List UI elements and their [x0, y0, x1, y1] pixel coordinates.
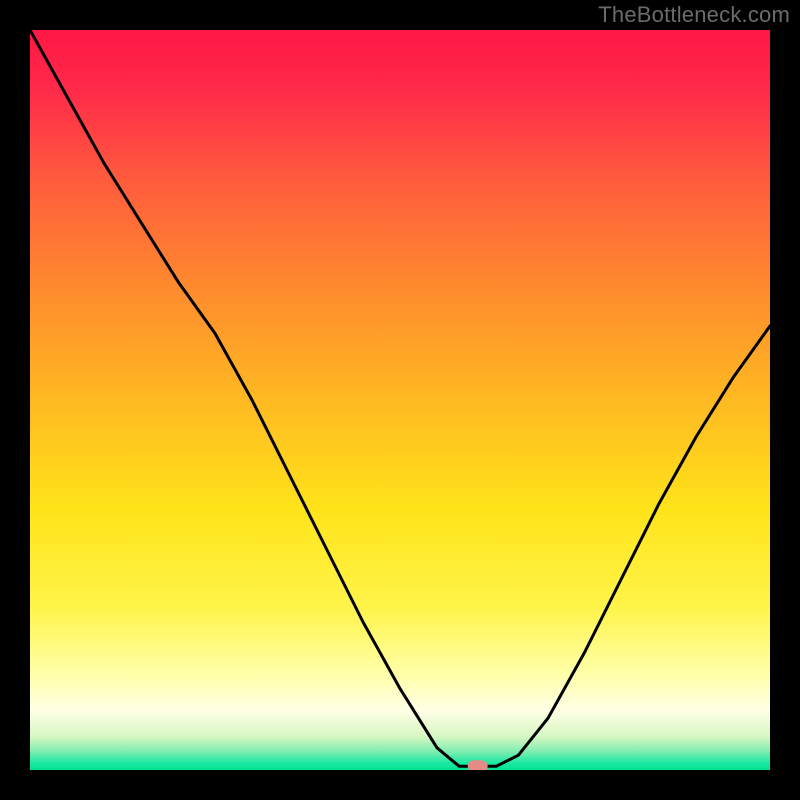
chart-svg: [30, 30, 770, 770]
chart-background: [30, 30, 770, 770]
watermark-text: TheBottleneck.com: [598, 2, 790, 28]
optimum-marker: [468, 760, 488, 770]
chart-plot-area: [30, 30, 770, 770]
chart-frame: TheBottleneck.com: [0, 0, 800, 800]
